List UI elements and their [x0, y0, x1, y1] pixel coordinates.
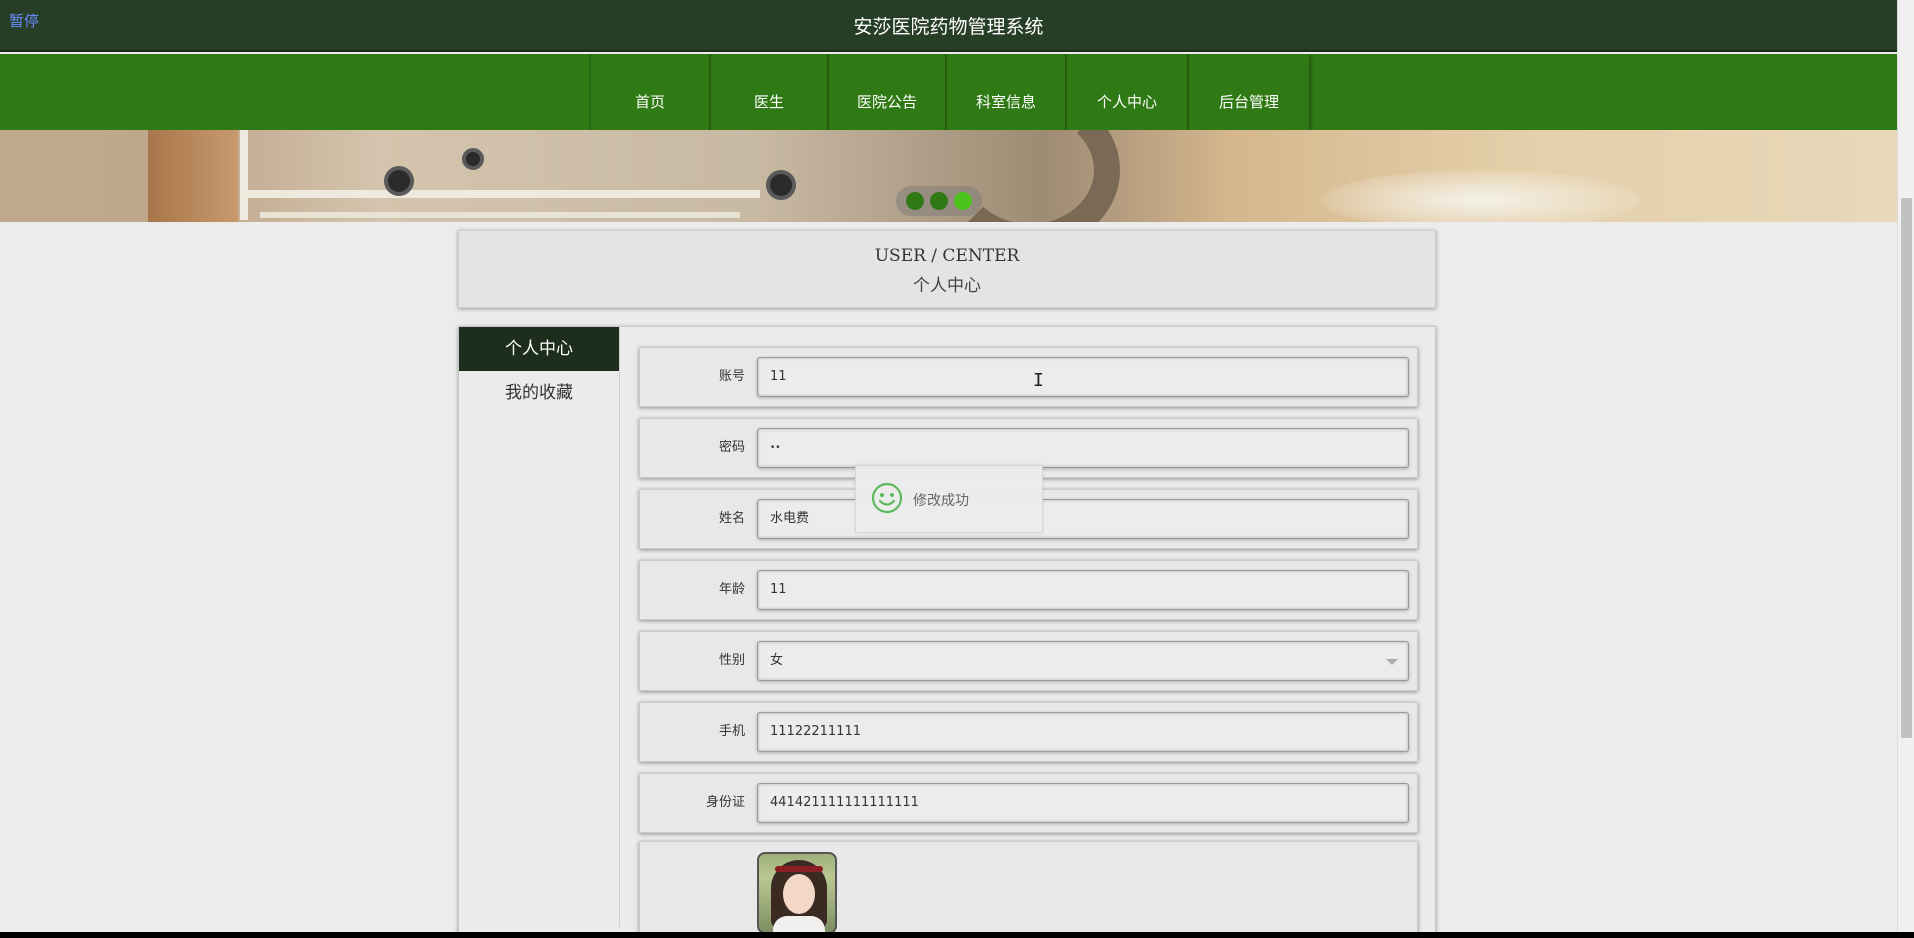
carousel-dot-2[interactable] [930, 192, 948, 210]
banner-light-reflection [1320, 170, 1640, 222]
carousel-indicators [896, 186, 982, 216]
id-card-input[interactable]: 441421111111111111 [757, 783, 1409, 823]
avatar-body [773, 916, 825, 932]
form-row-account: 账号 11 [639, 347, 1418, 407]
id-card-label: 身份证 [705, 795, 745, 810]
sidebar-item-favorites[interactable]: 我的收藏 [459, 371, 619, 415]
smile-icon [871, 482, 903, 514]
gender-label: 性别 [718, 653, 745, 668]
nav-item-personal-center[interactable]: 个人中心 [1066, 54, 1188, 130]
user-center-panel: 个人中心 我的收藏 账号 11 密码 •• 姓名 水电费 年龄 11 性别 女 … [458, 326, 1436, 932]
user-center-header: USER / CENTER 个人中心 [458, 230, 1436, 308]
gender-selected-value: 女 [770, 653, 784, 668]
site-title: 安莎医院药物管理系统 [853, 16, 1044, 38]
nav-item-home[interactable]: 首页 [590, 54, 710, 130]
toast-message: 修改成功 [913, 493, 969, 509]
password-label: 密码 [718, 440, 745, 455]
account-input[interactable]: 11 [757, 357, 1409, 397]
sidebar-item-personal-center[interactable]: 个人中心 [459, 327, 619, 371]
form-row-gender: 性别 女 [639, 631, 1418, 691]
form-row-age: 年龄 11 [639, 560, 1418, 620]
password-input[interactable]: •• [757, 428, 1409, 468]
banner-carousel [0, 130, 1897, 222]
main-nav: 首页 医生 医院公告 科室信息 个人中心 后台管理 [0, 54, 1897, 130]
top-title-bar: 暂停 安莎医院药物管理系统 [0, 0, 1897, 52]
page-scrollbar[interactable] [1897, 0, 1914, 932]
banner-wheel [462, 148, 484, 170]
form-row-phone: 手机 11122211111 [639, 702, 1418, 762]
nav-item-doctors[interactable]: 医生 [710, 54, 828, 130]
banner-image-wood [148, 130, 238, 222]
gender-select[interactable]: 女 [757, 641, 1409, 681]
nav-item-announcements[interactable]: 医院公告 [828, 54, 946, 130]
name-label: 姓名 [718, 511, 745, 526]
avatar-face [783, 874, 815, 914]
nav-item-admin[interactable]: 后台管理 [1188, 54, 1310, 130]
age-input[interactable]: 11 [757, 570, 1409, 610]
avatar-image[interactable] [757, 852, 837, 932]
form-row-avatar [639, 841, 1418, 932]
phone-input[interactable]: 11122211111 [757, 712, 1409, 752]
user-center-sidebar: 个人中心 我的收藏 [459, 327, 620, 927]
page-viewport: 暂停 安莎医院药物管理系统 首页 医生 医院公告 科室信息 个人中心 后台管理 … [0, 0, 1897, 932]
scrollbar-thumb[interactable] [1901, 198, 1912, 738]
banner-image-bed [240, 130, 840, 220]
banner-wheel [766, 170, 796, 200]
avatar-headband [775, 866, 823, 872]
carousel-dot-1[interactable] [906, 192, 924, 210]
form-row-id-card: 身份证 441421111111111111 [639, 773, 1418, 833]
user-center-title-en: USER / CENTER [874, 246, 1020, 266]
text-cursor-icon: I [1033, 370, 1044, 391]
nav-item-departments[interactable]: 科室信息 [946, 54, 1066, 130]
chevron-down-icon[interactable] [1386, 659, 1398, 665]
success-toast: 修改成功 [855, 465, 1043, 533]
account-label: 账号 [718, 369, 745, 384]
banner-bed-rail-lower [260, 212, 740, 218]
banner-bed-rail [240, 190, 760, 198]
carousel-dot-3[interactable] [954, 192, 972, 210]
phone-label: 手机 [718, 724, 745, 739]
age-label: 年龄 [718, 582, 745, 597]
user-center-title-zh: 个人中心 [913, 276, 981, 296]
banner-wheel [384, 166, 414, 196]
